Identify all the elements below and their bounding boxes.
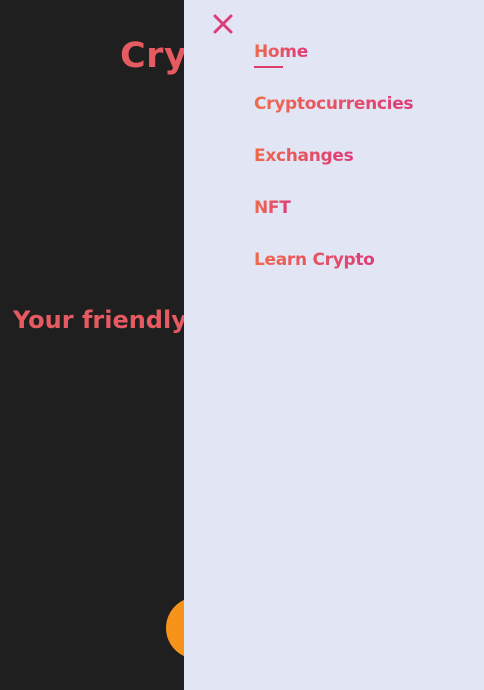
nav-item-cryptocurrencies[interactable]: Cryptocurrencies — [254, 94, 414, 146]
nav-item-learn-crypto[interactable]: Learn Crypto — [254, 250, 413, 302]
nav-exchanges-label: Exchanges — [254, 146, 354, 166]
nav-item-nft[interactable]: NFT — [254, 198, 413, 250]
nav-home-label: Home — [254, 42, 308, 62]
navigation-drawer: Home Cryptocurrencies Exchanges NFT Lear… — [184, 0, 484, 690]
nav-item-exchanges[interactable]: Exchanges — [254, 146, 413, 198]
close-drawer-button[interactable] — [212, 13, 234, 35]
close-icon — [213, 14, 233, 34]
nav-learn-crypto-label: Learn Crypto — [254, 250, 375, 270]
nav-nft-label: NFT — [254, 198, 291, 218]
app-page: Crypto Your friendly Home Cryptocurrenci… — [0, 0, 484, 690]
active-indicator — [254, 66, 283, 68]
hero-tagline: Your friendly — [13, 306, 187, 334]
nav-cryptocurrencies-label: Cryptocurrencies — [254, 94, 414, 114]
nav-item-home[interactable]: Home — [254, 42, 413, 94]
drawer-nav: Home Cryptocurrencies Exchanges NFT Lear… — [254, 42, 414, 302]
